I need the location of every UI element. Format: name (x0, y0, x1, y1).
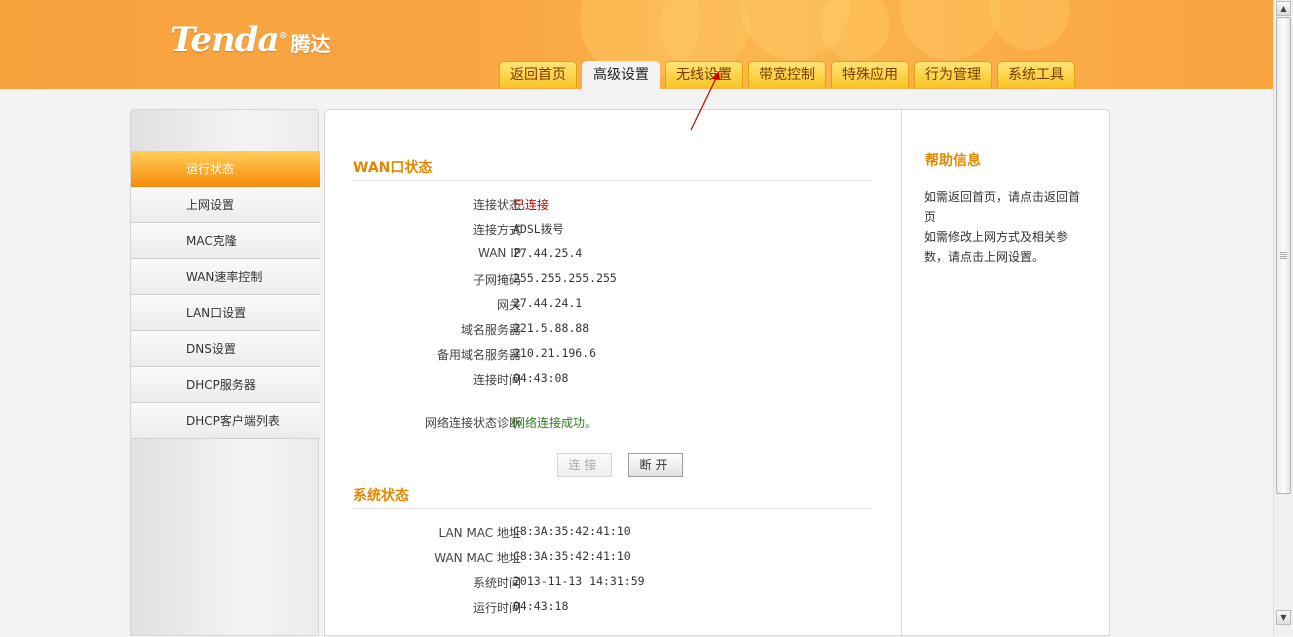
row-label: 系统时间 (472, 576, 521, 590)
row-label: LAN MAC 地址 (438, 526, 521, 540)
wan-row-subnet-mask: 子网掩码 255.255.255.255 (353, 271, 873, 289)
row-value: 04:43:18 (513, 599, 569, 613)
row-label: 子网掩码 (472, 273, 521, 287)
scrollbar-thumb[interactable] (1276, 17, 1291, 494)
system-row-uptime: 运行时间 04:43:18 (353, 599, 873, 617)
wan-row-connection-time: 连接时间 04:43:08 (353, 371, 873, 389)
row-label: 连接方式 (472, 223, 521, 237)
wan-status-title: WAN口状态 (353, 160, 433, 176)
system-row-system-time: 系统时间 2013-11-13 14:31:59 (353, 574, 873, 592)
logo-cn: 腾达 (290, 32, 331, 56)
help-line: 如需返回首页，请点击返回首页 (924, 190, 1081, 224)
top-nav-tabs: 返回首页 高级设置 无线设置 带宽控制 特殊应用 行为管理 系统工具 (499, 61, 1075, 89)
tab-advanced-settings[interactable]: 高级设置 (582, 61, 660, 89)
sidebar-item-dhcp-server[interactable]: DHCP服务器 (131, 367, 320, 403)
row-label: 域名服务器 (460, 323, 521, 337)
sidebar-item-wan-speed[interactable]: WAN速率控制 (131, 259, 320, 295)
disconnect-button[interactable]: 断开 (628, 453, 683, 477)
tab-system-tools[interactable]: 系统工具 (997, 61, 1075, 88)
tab-special-apps[interactable]: 特殊应用 (831, 61, 909, 88)
help-panel-divider (901, 110, 902, 637)
header-banner: Tenda® 腾达 返回首页 高级设置 无线设置 带宽控制 特殊应用 行为管理 系… (0, 0, 1273, 89)
wan-row-dns: 域名服务器 221.5.88.88 (353, 321, 873, 339)
row-value: ADSL拨号 (513, 222, 564, 236)
sidebar-item-lan-settings[interactable]: LAN口设置 (131, 295, 320, 331)
row-value: C8:3A:35:42:41:10 (513, 524, 631, 538)
wan-row-wan-ip: WAN IP 27.44.25.4 (353, 246, 873, 264)
row-label: 连接状态 (472, 198, 521, 212)
system-row-wan-mac: WAN MAC 地址 C8:3A:35:42:41:10 (353, 549, 873, 567)
tab-bandwidth-control[interactable]: 带宽控制 (748, 61, 826, 88)
tab-behavior-management[interactable]: 行为管理 (914, 61, 992, 88)
scrollbar-grip-icon (1280, 252, 1287, 259)
row-value: 2013-11-13 14:31:59 (513, 574, 645, 588)
sidebar: 运行状态 上网设置 MAC克隆 WAN速率控制 LAN口设置 DNS设置 DHC… (130, 109, 320, 636)
row-label: 网关 (496, 298, 521, 312)
main-content: WAN口状态 连接状态 已连接 连接方式 ADSL拨号 WAN IP 27.44… (324, 109, 1110, 637)
row-value: 04:43:08 (513, 371, 569, 385)
sidebar-item-run-status[interactable]: 运行状态 (131, 151, 320, 187)
wan-row-connection-type: 连接方式 ADSL拨号 (353, 221, 873, 239)
logo-text: Tenda (170, 20, 280, 60)
sidebar-menu: 运行状态 上网设置 MAC克隆 WAN速率控制 LAN口设置 DNS设置 DHC… (131, 151, 320, 439)
row-value: 27.44.25.4 (513, 246, 583, 260)
row-label: 备用域名服务器 (436, 348, 521, 362)
diagnosis-value: 网络连接成功。 (513, 416, 598, 430)
sidebar-item-internet-settings[interactable]: 上网设置 (131, 187, 320, 223)
scroll-down-icon[interactable]: ▼ (1276, 610, 1291, 625)
row-label: 运行时间 (472, 601, 521, 615)
logo-registered-mark: ® (278, 31, 288, 42)
wan-row-backup-dns: 备用域名服务器 210.21.196.6 (353, 346, 873, 364)
system-row-lan-mac: LAN MAC 地址 C8:3A:35:42:41:10 (353, 524, 873, 542)
sidebar-item-dhcp-client-list[interactable]: DHCP客户端列表 (131, 403, 320, 439)
system-status-title: 系统状态 (353, 488, 409, 504)
row-value: 27.44.24.1 (513, 296, 583, 310)
sidebar-item-dns-settings[interactable]: DNS设置 (131, 331, 320, 367)
tab-home[interactable]: 返回首页 (499, 61, 577, 88)
row-label: WAN IP (478, 246, 521, 260)
row-value: 255.255.255.255 (513, 271, 617, 285)
diagnosis-label: 网络连接状态诊断 (424, 416, 521, 430)
tab-wireless-settings[interactable]: 无线设置 (665, 61, 743, 88)
row-label: WAN MAC 地址 (434, 551, 521, 565)
tenda-logo: Tenda® 腾达 (170, 20, 331, 60)
help-title: 帮助信息 (925, 153, 981, 169)
system-title-divider (353, 508, 872, 509)
connect-button[interactable]: 连接 (557, 453, 612, 477)
help-text: 如需返回首页，请点击返回首页 如需修改上网方式及相关参数，请点击上网设置。 (924, 187, 1089, 267)
wan-row-diagnosis: 网络连接状态诊断 网络连接成功。 (353, 414, 873, 432)
sidebar-item-mac-clone[interactable]: MAC克隆 (131, 223, 320, 259)
wan-row-gateway: 网关 27.44.24.1 (353, 296, 873, 314)
help-line: 如需修改上网方式及相关参数，请点击上网设置。 (924, 230, 1069, 264)
row-value: 221.5.88.88 (513, 321, 590, 335)
wan-title-divider (353, 180, 872, 181)
row-value: 210.21.196.6 (513, 346, 597, 360)
row-value: 已连接 (513, 198, 550, 212)
wan-row-connection-status: 连接状态 已连接 (353, 196, 873, 214)
row-value: C8:3A:35:42:41:10 (513, 549, 631, 563)
scroll-up-icon[interactable]: ▲ (1276, 1, 1291, 16)
vertical-scrollbar[interactable]: ▲ ▼ (1273, 0, 1293, 636)
row-label: 连接时间 (472, 373, 521, 387)
